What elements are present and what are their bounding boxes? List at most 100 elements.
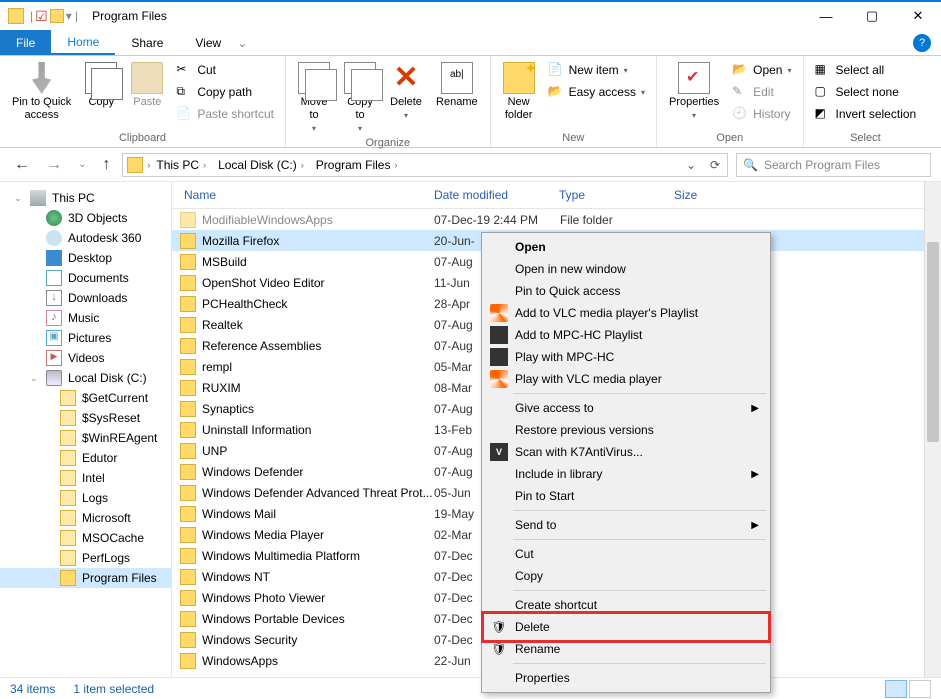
tree-item-label: Edutor	[82, 451, 117, 465]
tree-item[interactable]: Pictures	[0, 328, 171, 348]
tree-item[interactable]: Downloads	[0, 288, 171, 308]
properties-button[interactable]: Properties▾	[665, 60, 723, 122]
tree-item[interactable]: 3D Objects	[0, 208, 171, 228]
ctx-rename[interactable]: 🛡Rename	[485, 638, 767, 660]
tree-item[interactable]: Desktop	[0, 248, 171, 268]
tree-item[interactable]: Edutor	[0, 448, 171, 468]
scrollbar[interactable]	[924, 182, 941, 677]
recent-locations-button[interactable]: ⌄	[74, 159, 90, 170]
delete-button[interactable]: ✕Delete▾	[386, 60, 426, 122]
qa-checkbox-icon[interactable]: ☑	[35, 8, 48, 25]
new-item-button[interactable]: 📄New item ▾	[545, 60, 648, 80]
address-folder-icon	[127, 157, 143, 173]
open-button[interactable]: 📂Open ▾	[729, 60, 794, 80]
ctx-pin-start[interactable]: Pin to Start	[485, 485, 767, 507]
tree-item[interactable]: Microsoft	[0, 508, 171, 528]
tree-item[interactable]: Logs	[0, 488, 171, 508]
select-all-button[interactable]: ▦Select all	[812, 60, 920, 80]
copy-to-button[interactable]: Copy to▾	[340, 60, 380, 135]
tab-view[interactable]: View	[179, 30, 237, 55]
ctx-properties[interactable]: Properties	[485, 667, 767, 689]
address-dropdown-button[interactable]: ⌄	[679, 154, 703, 176]
ctx-include-library[interactable]: Include in library▶	[485, 463, 767, 485]
tree-item[interactable]: PerfLogs	[0, 548, 171, 568]
ctx-pin-quick-access[interactable]: Pin to Quick access	[485, 280, 767, 302]
qa-folder-icon[interactable]	[50, 9, 64, 23]
refresh-button[interactable]: ⟳	[703, 154, 727, 176]
tree-folder-icon	[60, 450, 76, 466]
search-input[interactable]: 🔍 Search Program Files	[736, 153, 931, 177]
ctx-open-new-window[interactable]: Open in new window	[485, 258, 767, 280]
ctx-cut[interactable]: Cut	[485, 543, 767, 565]
tree-folder-icon	[46, 210, 62, 226]
breadcrumb-this-pc[interactable]: This PC›	[150, 154, 212, 176]
breadcrumb-program-files[interactable]: Program Files›	[310, 154, 404, 176]
ctx-send-to[interactable]: Send to▶	[485, 514, 767, 536]
help-icon[interactable]: ?	[913, 34, 931, 52]
invert-selection-button[interactable]: ◩Invert selection	[812, 104, 920, 124]
tree-item[interactable]: Program Files	[0, 568, 171, 588]
tree-item[interactable]: Documents	[0, 268, 171, 288]
column-name[interactable]: Name	[172, 186, 428, 204]
view-icons-button[interactable]	[909, 680, 931, 698]
folder-icon	[180, 380, 196, 396]
copy-path-button[interactable]: ⧉Copy path	[173, 82, 277, 102]
tree-item[interactable]: $GetCurrent	[0, 388, 171, 408]
copy-button[interactable]: Copy	[81, 60, 121, 111]
select-none-button[interactable]: ▢Select none	[812, 82, 920, 102]
view-details-button[interactable]	[885, 680, 907, 698]
tree-item[interactable]: Music	[0, 308, 171, 328]
column-date[interactable]: Date modified	[428, 186, 553, 204]
breadcrumb-local-disk[interactable]: Local Disk (C:)›	[212, 154, 310, 176]
ctx-copy[interactable]: Copy	[485, 565, 767, 587]
history-button[interactable]: 🕘History	[729, 104, 794, 124]
tree-item[interactable]: ⌄This PC	[0, 188, 171, 208]
rename-button[interactable]: Rename	[432, 60, 482, 111]
tree-item[interactable]: $SysReset	[0, 408, 171, 428]
ribbon-collapse-button[interactable]: ⌄	[237, 30, 247, 55]
column-size[interactable]: Size	[668, 186, 738, 204]
close-button[interactable]: ✕	[895, 1, 941, 31]
up-button[interactable]: ↑	[98, 156, 114, 174]
tree-item[interactable]: Videos	[0, 348, 171, 368]
row-name: Uninstall Information	[202, 423, 434, 437]
minimize-button[interactable]: —	[803, 1, 849, 31]
tree-item[interactable]: ⌄Local Disk (C:)	[0, 368, 171, 388]
navigation-pane[interactable]: ⌄This PC3D ObjectsAutodesk 360DesktopDoc…	[0, 182, 172, 677]
forward-button[interactable]: →	[42, 156, 66, 174]
maximize-button[interactable]: ▢	[849, 1, 895, 31]
easy-access-button[interactable]: 📂Easy access ▾	[545, 82, 648, 102]
paste-shortcut-icon: 📄	[176, 106, 192, 122]
ctx-give-access[interactable]: Give access to▶	[485, 397, 767, 419]
tab-share[interactable]: Share	[115, 30, 179, 55]
ctx-restore-versions[interactable]: Restore previous versions	[485, 419, 767, 441]
ctx-play-vlc[interactable]: Play with VLC media player	[485, 368, 767, 390]
ctx-vlc-add[interactable]: Add to VLC media player's Playlist	[485, 302, 767, 324]
edit-button[interactable]: ✎Edit	[729, 82, 794, 102]
tree-item[interactable]: MSOCache	[0, 528, 171, 548]
tree-item[interactable]: $WinREAgent	[0, 428, 171, 448]
ctx-delete[interactable]: 🛡Delete	[485, 616, 767, 638]
ctx-open[interactable]: Open	[485, 236, 767, 258]
ctx-play-mpc[interactable]: Play with MPC-HC	[485, 346, 767, 368]
back-button[interactable]: ←	[10, 156, 34, 174]
paste-button[interactable]: Paste	[127, 60, 167, 111]
status-selected: 1 item selected	[73, 682, 154, 696]
ctx-scan-k7[interactable]: VScan with K7AntiVirus...	[485, 441, 767, 463]
table-row[interactable]: ModifiableWindowsApps07-Dec-19 2:44 PMFi…	[172, 209, 941, 230]
paste-shortcut-button[interactable]: 📄Paste shortcut	[173, 104, 277, 124]
pin-to-quick-access-button[interactable]: Pin to Quick access	[8, 60, 75, 124]
ctx-mpc-add[interactable]: Add to MPC-HC Playlist	[485, 324, 767, 346]
ctx-create-shortcut[interactable]: Create shortcut	[485, 594, 767, 616]
new-folder-button[interactable]: New folder	[499, 60, 539, 124]
move-to-button[interactable]: Move to▾	[294, 60, 334, 135]
tab-file[interactable]: File	[0, 30, 51, 55]
column-type[interactable]: Type	[553, 186, 668, 204]
tree-item[interactable]: Intel	[0, 468, 171, 488]
tree-folder-icon	[60, 530, 76, 546]
tree-item[interactable]: Autodesk 360	[0, 228, 171, 248]
scrollbar-thumb[interactable]	[927, 242, 939, 442]
cut-button[interactable]: ✂Cut	[173, 60, 277, 80]
tab-home[interactable]: Home	[51, 30, 115, 55]
address-bar[interactable]: › This PC› Local Disk (C:)› Program File…	[122, 153, 728, 177]
